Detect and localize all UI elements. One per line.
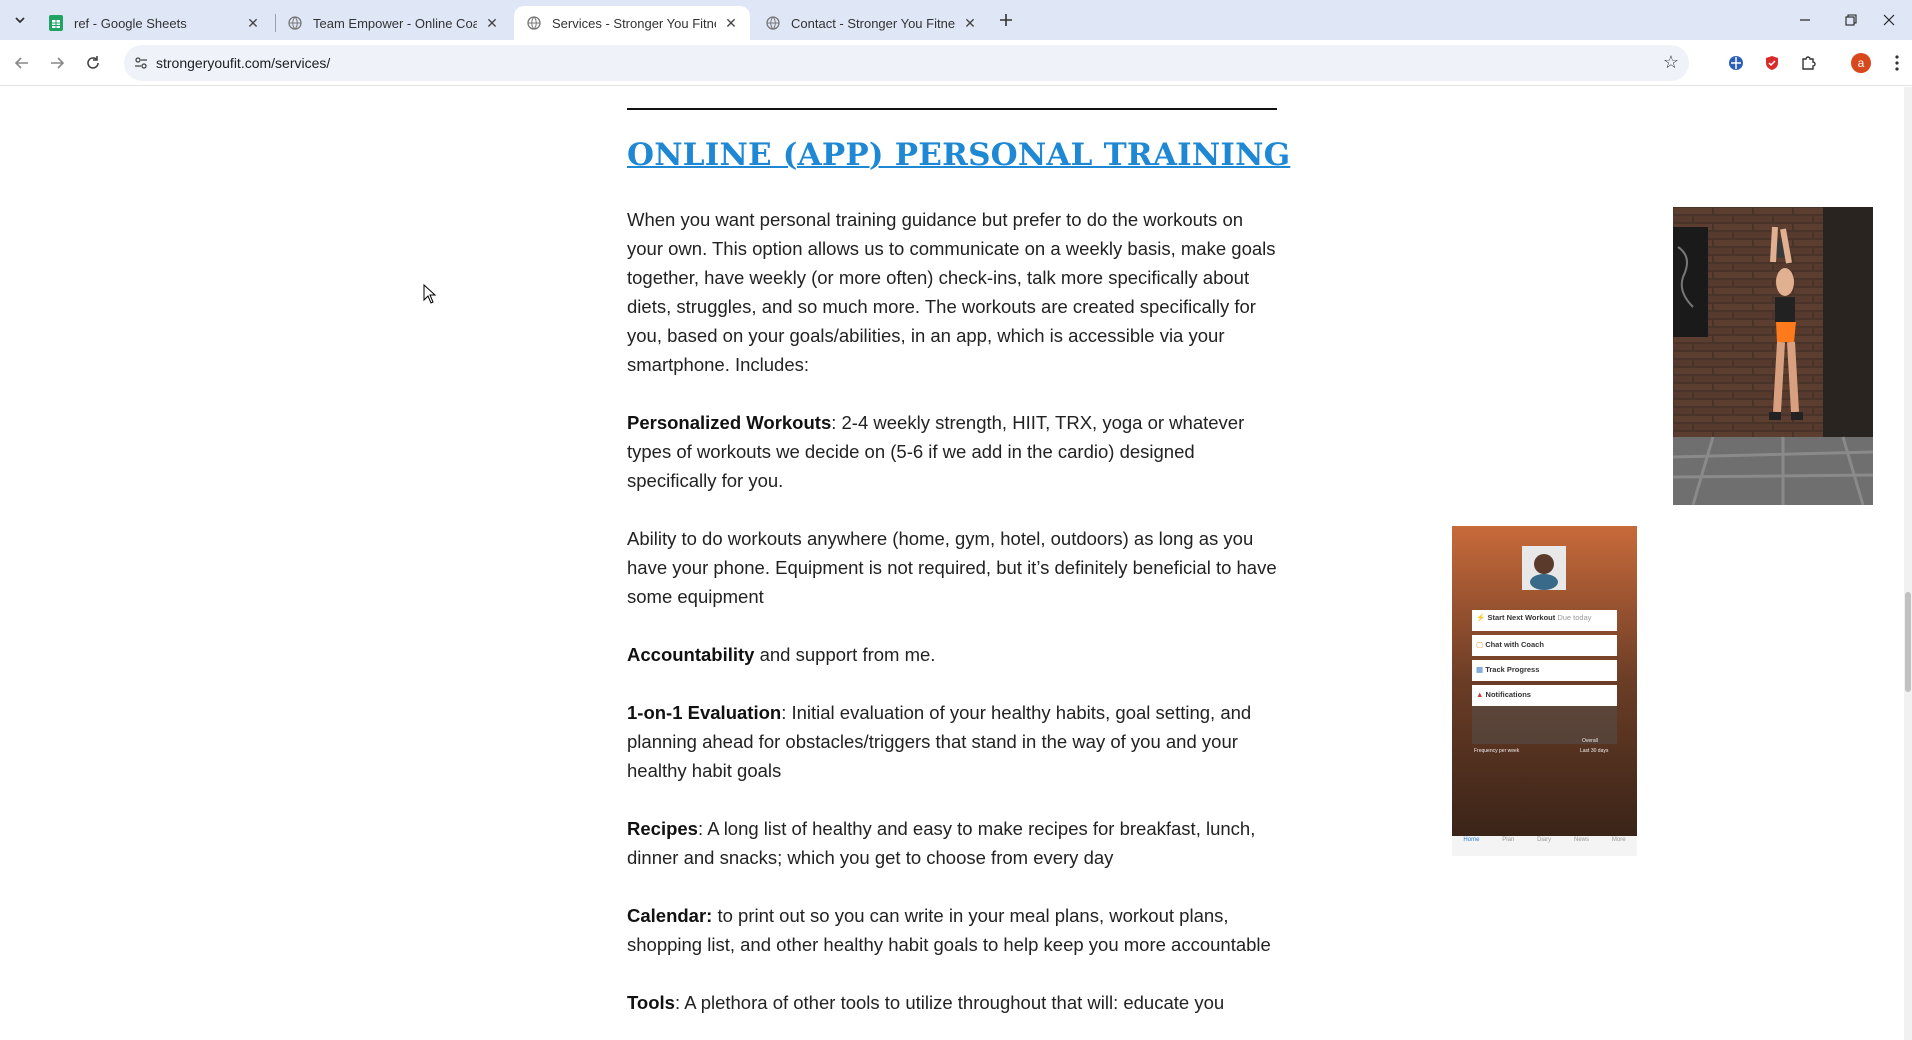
plus-icon (1000, 14, 1012, 26)
feature-item: Recipes: A long list of healthy and easy… (627, 818, 1256, 868)
avatar-initial: a (1851, 53, 1871, 73)
reload-button[interactable] (80, 50, 106, 76)
tab-services[interactable]: Services - Stronger You Fitness ✕ (514, 6, 750, 40)
stat-label: Frequency per week (1474, 748, 1520, 754)
feature-label: Tools (627, 992, 675, 1013)
intro-paragraph: When you want personal training guidance… (627, 209, 1276, 375)
feature-item: Tools: A plethora of other tools to util… (627, 992, 1225, 1013)
page-scrollbar[interactable] (1904, 87, 1912, 1040)
tab-team-empower[interactable]: Team Empower - Online Coaching ✕ (275, 6, 511, 40)
feature-label: 1-on-1 Evaluation (627, 702, 782, 723)
app-button: ⚡ Start Next Workout Due today (1472, 610, 1617, 631)
stat-label: Overall (1582, 738, 1598, 744)
feature-text: A plethora of other tools to utilize thr… (684, 992, 1225, 1013)
address-bar[interactable]: strongeryoufit.com/services/ ☆ (124, 45, 1689, 81)
scrollbar-thumb[interactable] (1905, 592, 1911, 692)
feature-label: Calendar: (627, 905, 713, 926)
feature-item: Accountability and support from me. (627, 640, 1282, 669)
globe-icon (287, 15, 303, 31)
chart-icon: ▦ (1476, 665, 1484, 674)
feature-text: A long list of healthy and easy to make … (627, 818, 1256, 868)
tab-contact[interactable]: Contact - Stronger You Fitness ✕ (753, 6, 989, 40)
tab-title: Team Empower - Online Coaching (313, 15, 477, 31)
feature-item: Calendar: to print out so you can write … (627, 901, 1282, 959)
back-button[interactable] (9, 50, 35, 76)
tab-search-button[interactable] (9, 9, 31, 31)
mouse-cursor-icon (423, 283, 437, 309)
page-content: ONLINE (APP) PERSONAL TRAINING When you … (0, 87, 1904, 1040)
extension-shield-icon[interactable] (1761, 52, 1783, 74)
app-menu: ⚡ Start Next Workout Due today ▢ Chat wi… (1472, 610, 1617, 706)
feature-label: Accountability (627, 644, 755, 665)
app-nav-more: More (1611, 837, 1626, 843)
bookmark-star-icon[interactable]: ☆ (1663, 52, 1679, 73)
feature-item: Ability to do workouts anywhere (home, g… (627, 524, 1282, 611)
close-icon[interactable]: ✕ (244, 14, 262, 32)
extension-globe-icon[interactable] (1725, 52, 1747, 74)
reload-icon (87, 56, 99, 69)
url-text: strongeryoufit.com/services/ (156, 55, 331, 71)
tab-strip: ref - Google Sheets ✕ Team Empower - Onl… (0, 0, 1912, 40)
close-icon[interactable]: ✕ (722, 14, 740, 32)
kettlebell-photo (1673, 207, 1873, 505)
feature-item: Personalized Workouts: 2-4 weekly streng… (627, 412, 1245, 491)
minimize-icon (1800, 19, 1810, 21)
feature-text: Ability to do workouts anywhere (home, g… (627, 528, 1277, 607)
profile-avatar[interactable]: a (1850, 52, 1872, 74)
app-nav-diary: Diary (1537, 837, 1552, 843)
lightning-icon: ⚡ (1476, 613, 1486, 622)
close-icon (1883, 14, 1895, 26)
feature-label: Recipes (627, 818, 698, 839)
section-divider (627, 108, 1277, 110)
app-nav-news: News (1574, 837, 1590, 843)
feature-text: to print out so you can write in your me… (627, 905, 1271, 955)
app-nav-home: Home (1463, 837, 1480, 843)
section-heading-link[interactable]: ONLINE (APP) PERSONAL TRAINING (627, 137, 1290, 173)
arrow-left-icon (14, 57, 28, 69)
close-window-button[interactable] (1866, 0, 1912, 40)
feature-item: 1-on-1 Evaluation: Initial evaluation of… (627, 702, 1252, 781)
tab-title: Services - Stronger You Fitness (552, 15, 716, 31)
app-tab-bar: Home Plan Diary News More (1452, 837, 1637, 843)
feature-label: Personalized Workouts (627, 412, 832, 433)
app-screenshot: ⚡ Start Next Workout Due today ▢ Chat wi… (1452, 526, 1637, 856)
tab-title: ref - Google Sheets (74, 15, 187, 31)
menu-kebab-icon[interactable] (1886, 52, 1908, 74)
close-icon[interactable]: ✕ (483, 14, 501, 32)
browser-toolbar: strongeryoufit.com/services/ ☆ a (0, 40, 1912, 86)
close-icon[interactable]: ✕ (961, 14, 979, 32)
service-description: When you want personal training guidance… (627, 205, 1282, 1040)
stat-label: Last 30 days (1580, 748, 1609, 754)
tab-sheets[interactable]: ref - Google Sheets ✕ (36, 6, 272, 40)
globe-icon (526, 15, 542, 31)
globe-icon (765, 15, 781, 31)
feature-text: and support from me. (759, 644, 936, 665)
sheets-icon (48, 15, 64, 31)
tab-title: Contact - Stronger You Fitness (791, 15, 955, 31)
bell-icon: ▲ (1476, 690, 1484, 699)
chevron-down-icon (15, 17, 25, 24)
app-nav-plan: Plan (1502, 837, 1515, 843)
arrow-right-icon (51, 57, 65, 69)
restore-icon (1845, 14, 1857, 26)
app-button: ▦ Track Progress (1472, 660, 1617, 681)
app-button: ▢ Chat with Coach (1472, 635, 1617, 656)
new-tab-button[interactable] (994, 8, 1018, 32)
site-info-icon[interactable] (132, 54, 150, 72)
chat-icon: ▢ (1476, 640, 1484, 649)
extensions-puzzle-icon[interactable] (1797, 52, 1819, 74)
app-button: ▲ Notifications (1472, 685, 1617, 706)
forward-button[interactable] (44, 50, 70, 76)
minimize-button[interactable] (1782, 0, 1828, 40)
